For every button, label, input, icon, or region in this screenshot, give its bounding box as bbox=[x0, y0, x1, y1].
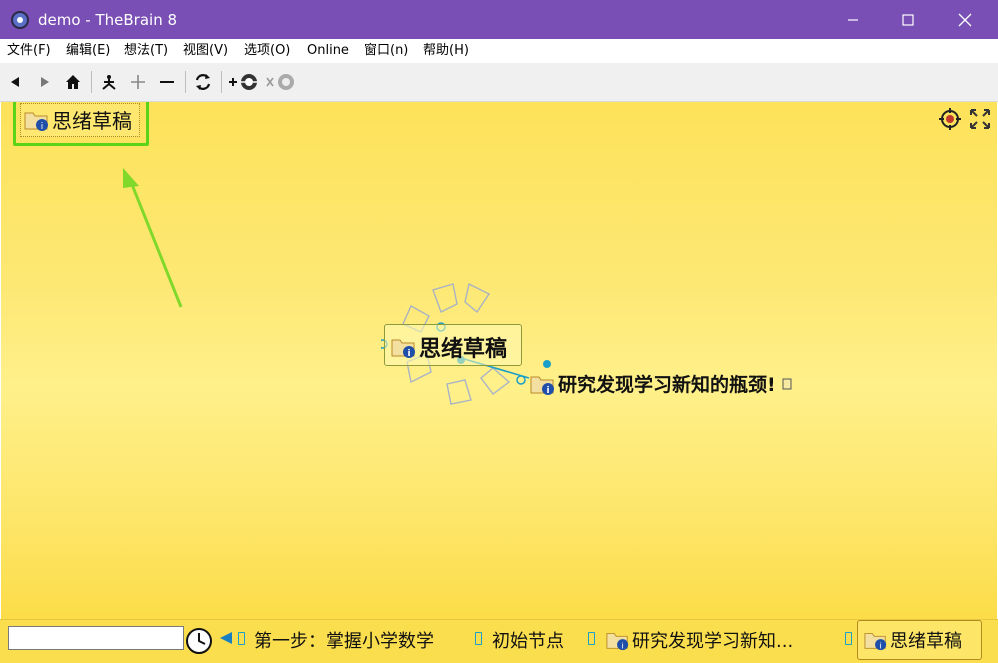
zoom-out-icon bbox=[160, 81, 174, 83]
svg-text:i: i bbox=[879, 640, 881, 650]
pinned-thought-highlight[interactable]: i 思绪草稿 bbox=[13, 102, 149, 146]
toolbar-separator bbox=[91, 71, 92, 93]
history-item-label: 研究发现学习新知... bbox=[632, 631, 794, 652]
refresh-button[interactable] bbox=[192, 71, 214, 93]
forward-button[interactable] bbox=[36, 71, 54, 93]
focus-icon bbox=[102, 75, 116, 90]
zoom-in-button[interactable] bbox=[128, 71, 148, 93]
clock-icon[interactable] bbox=[184, 626, 214, 656]
thebrain-app-icon[interactable] bbox=[10, 10, 30, 30]
menu-help[interactable]: 帮助(H) bbox=[421, 39, 471, 63]
history-separator bbox=[588, 632, 595, 645]
history-separator bbox=[475, 632, 482, 645]
link-thought-icon bbox=[229, 74, 257, 90]
thought-folder-icon: i bbox=[24, 112, 48, 132]
minimize-button[interactable] bbox=[830, 0, 876, 39]
back-button[interactable] bbox=[6, 71, 24, 93]
close-button[interactable] bbox=[942, 0, 988, 39]
svg-text:i: i bbox=[546, 386, 549, 396]
bottom-bar: 第一步：掌握小学数学 初始节点 i 研究发现学习新知... i 思绪草稿 bbox=[0, 619, 998, 663]
thought-folder-icon: i bbox=[864, 633, 887, 650]
link-thought-button[interactable] bbox=[226, 71, 262, 93]
history-item-label: 思绪草稿 bbox=[890, 631, 962, 652]
note-icon[interactable] bbox=[782, 378, 792, 390]
unlink-thought-icon bbox=[266, 74, 294, 90]
child-thought-label: 研究发现学习新知的瓶颈! bbox=[558, 374, 776, 396]
history-separator bbox=[238, 632, 245, 645]
history-item-research[interactable]: i 研究发现学习新知... bbox=[604, 628, 793, 652]
history-item-label: 第一步：掌握小学数学 bbox=[254, 631, 434, 652]
close-icon bbox=[958, 13, 972, 26]
toolbar-separator bbox=[221, 71, 222, 93]
window-title: demo - TheBrain 8 bbox=[38, 11, 178, 29]
home-icon bbox=[66, 75, 80, 89]
toolbar-separator bbox=[185, 71, 186, 93]
menu-view[interactable]: 视图(V) bbox=[181, 39, 230, 63]
unlink-thought-button[interactable] bbox=[264, 71, 298, 93]
title-bar: demo - TheBrain 8 bbox=[0, 0, 998, 39]
history-item-current[interactable]: i 思绪草稿 bbox=[862, 628, 962, 652]
pinned-thought[interactable]: i 思绪草稿 bbox=[22, 105, 132, 134]
history-item-step-one[interactable]: 第一步：掌握小学数学 bbox=[254, 628, 434, 652]
menu-bar: 文件(F) 编辑(E) 想法(T) 视图(V) 选项(O) Online 窗口(… bbox=[0, 39, 998, 63]
maximize-icon bbox=[902, 13, 914, 26]
thought-folder-icon: i bbox=[391, 339, 415, 359]
forward-arrow-icon bbox=[41, 77, 49, 87]
menu-edit[interactable]: 编辑(E) bbox=[64, 39, 112, 63]
back-arrow-icon bbox=[11, 77, 19, 87]
history-item-initial-node[interactable]: 初始节点 bbox=[492, 628, 564, 652]
home-button[interactable] bbox=[63, 71, 83, 93]
refresh-icon bbox=[195, 74, 211, 90]
child-thought[interactable]: i 研究发现学习新知的瓶颈! bbox=[528, 370, 792, 397]
plex-canvas[interactable]: i 思绪草稿 i 思绪草稿 i 研究发现学习新知的瓶颈! bbox=[1, 102, 997, 619]
svg-text:i: i bbox=[407, 349, 410, 359]
menu-online[interactable]: Online bbox=[305, 39, 351, 63]
pinned-thought-label: 思绪草稿 bbox=[52, 109, 132, 133]
search-input[interactable] bbox=[8, 626, 184, 650]
toolbar bbox=[0, 63, 998, 102]
central-thought[interactable]: i 思绪草稿 bbox=[389, 331, 507, 363]
thought-folder-icon: i bbox=[606, 633, 629, 650]
history-back-icon[interactable] bbox=[218, 631, 234, 645]
svg-text:i: i bbox=[41, 122, 44, 132]
menu-thought[interactable]: 想法(T) bbox=[122, 39, 170, 63]
history-item-label: 初始节点 bbox=[492, 631, 564, 652]
central-thought-label: 思绪草稿 bbox=[419, 337, 508, 362]
thought-folder-icon: i bbox=[530, 376, 554, 396]
expand-icon[interactable] bbox=[969, 108, 991, 130]
minimize-icon bbox=[848, 18, 858, 21]
svg-text:i: i bbox=[621, 640, 623, 650]
menu-options[interactable]: 选项(O) bbox=[242, 39, 292, 63]
menu-window[interactable]: 窗口(n) bbox=[362, 39, 410, 63]
annotation-arrow bbox=[123, 168, 183, 308]
target-icon[interactable] bbox=[939, 108, 961, 130]
zoom-out-button[interactable] bbox=[157, 71, 177, 93]
history-separator bbox=[845, 632, 852, 645]
zoom-in-icon bbox=[131, 75, 145, 89]
focus-button[interactable] bbox=[98, 71, 120, 93]
menu-file[interactable]: 文件(F) bbox=[5, 39, 53, 63]
maximize-button[interactable] bbox=[885, 0, 931, 39]
